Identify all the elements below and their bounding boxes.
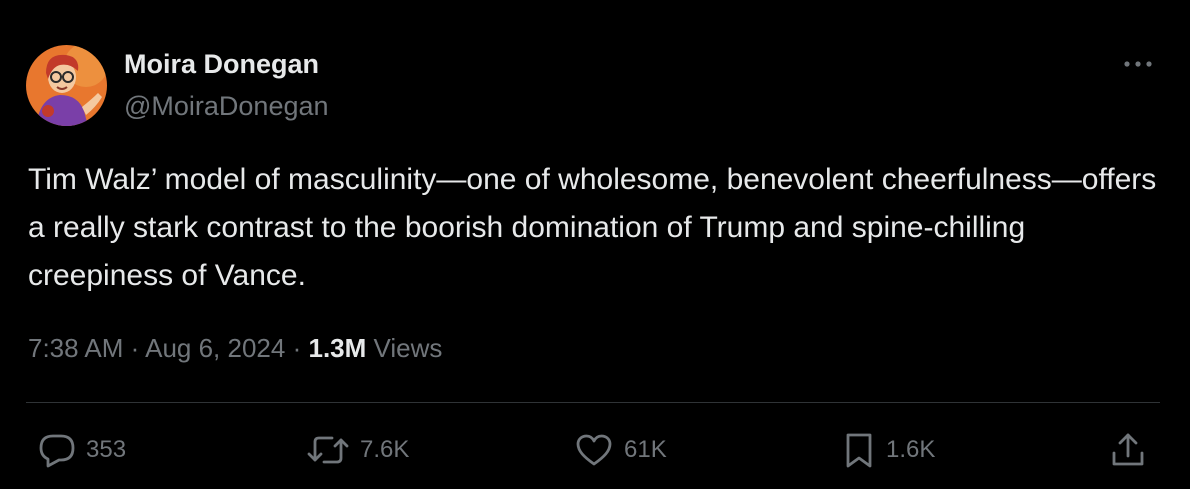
views-label: Views xyxy=(373,333,443,363)
share-upload-icon xyxy=(1112,433,1144,466)
more-options-button[interactable] xyxy=(1120,52,1156,76)
reply-count: 353 xyxy=(86,436,127,463)
more-horizontal-icon xyxy=(1124,61,1152,67)
like-button[interactable]: 61K xyxy=(574,430,667,470)
divider xyxy=(26,402,1160,403)
reply-button[interactable]: 353 xyxy=(38,430,126,470)
tweet-metadata: 7:38 AM · Aug 6, 2024 · 1.3M Views xyxy=(28,333,442,364)
author-handle[interactable]: @MoiraDonegan xyxy=(124,91,329,122)
meta-separator: · xyxy=(130,333,140,363)
avatar-illustration xyxy=(26,45,107,126)
author-display-name[interactable]: Moira Donegan xyxy=(124,49,319,80)
bookmark-icon xyxy=(846,433,872,468)
repost-button[interactable]: 7.6K xyxy=(306,430,409,470)
views-count: 1.3M xyxy=(308,333,367,363)
tweet-date[interactable]: Aug 6, 2024 xyxy=(145,333,285,363)
meta-separator: · xyxy=(292,333,302,363)
reply-bubble-icon xyxy=(39,434,75,468)
like-count: 61K xyxy=(624,436,667,463)
avatar[interactable] xyxy=(26,45,107,126)
repost-count: 7.6K xyxy=(360,436,410,463)
tweet-text: Tim Walz’ model of masculinity—one of wh… xyxy=(28,163,1157,292)
share-button[interactable] xyxy=(1110,430,1146,470)
tweet-card: Moira Donegan @MoiraDonegan Tim Walz’ mo… xyxy=(0,0,1190,489)
bookmark-button[interactable]: 1.6K xyxy=(842,430,935,470)
tweet-time[interactable]: 7:38 AM xyxy=(28,333,123,363)
bookmark-count: 1.6K xyxy=(886,436,936,463)
heart-icon xyxy=(576,434,612,466)
repost-arrows-icon xyxy=(307,436,349,464)
